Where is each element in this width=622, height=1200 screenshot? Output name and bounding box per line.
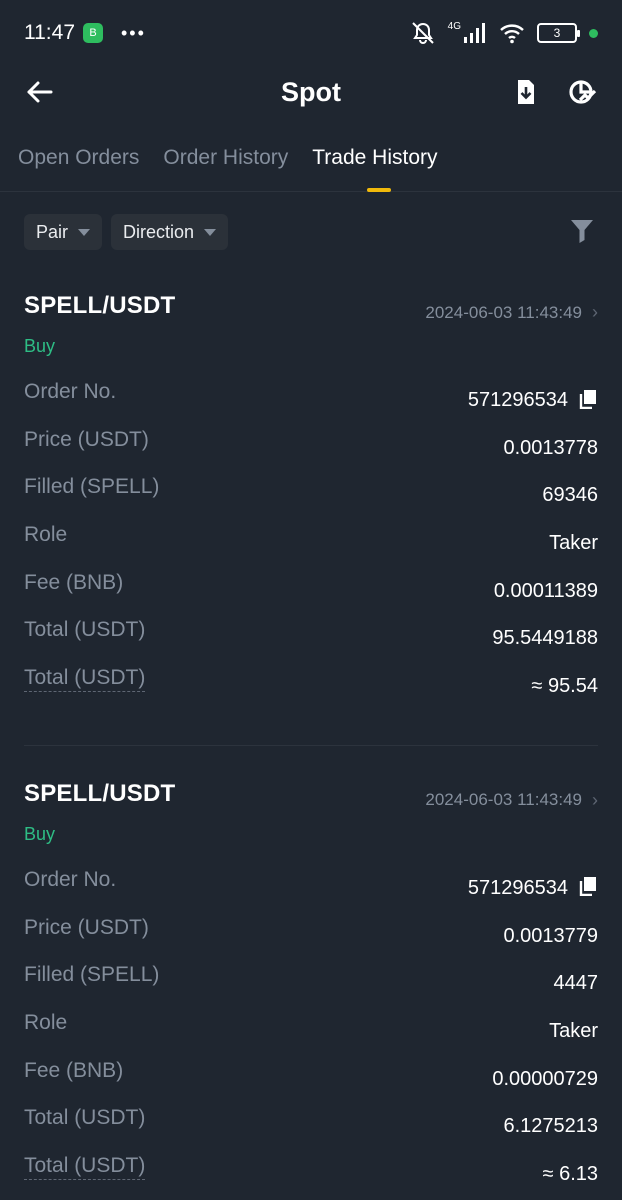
- status-bar: 11:47 B ••• 4G 3: [0, 0, 622, 66]
- trade-side: Buy: [24, 823, 56, 844]
- funnel-icon[interactable]: [570, 218, 594, 244]
- detail-label-tooltip[interactable]: Total (USDT): [24, 666, 146, 693]
- chevron-right-icon: ›: [592, 789, 598, 810]
- trade-datetime-text: 2024-06-03 11:43:49: [425, 790, 582, 810]
- detail-row-filled: Filled (SPELL) 69346: [24, 475, 598, 523]
- trade-header: SPELL/USDT 2024-06-03 11:43:49 ›: [24, 292, 598, 324]
- status-left: 11:47 B •••: [24, 21, 146, 45]
- detail-value: 4447: [553, 972, 599, 995]
- detail-row-total: Total (USDT) 6.1275213: [24, 1106, 598, 1154]
- detail-label: Total (USDT): [24, 1106, 146, 1130]
- tab-open-orders[interactable]: Open Orders: [18, 146, 139, 192]
- detail-label-tooltip[interactable]: Total (USDT): [24, 1154, 146, 1180]
- detail-row-total: Total (USDT) 95.5449188: [24, 618, 598, 666]
- trade-datetime-text: 2024-06-03 11:43:49: [425, 302, 582, 322]
- tab-bar: Open Orders Order History Trade History: [0, 118, 622, 192]
- mute-icon: [411, 22, 434, 44]
- app-notification-icon: B: [83, 23, 103, 43]
- tab-label: Order History: [163, 146, 289, 169]
- page-title: Spot: [281, 76, 341, 107]
- pair-filter-dropdown[interactable]: Pair: [24, 214, 103, 250]
- detail-row-fee: Fee (BNB) 0.00011389: [24, 571, 598, 619]
- clock: 11:47: [24, 21, 75, 44]
- detail-row-order-no: Order No. 571296534: [24, 380, 598, 428]
- detail-value: 0.00011389: [493, 579, 598, 602]
- trade-details: Order No. 571296534 Price (USDT) 0.00137…: [24, 380, 598, 714]
- detail-label: Order No.: [24, 380, 117, 403]
- detail-row-role: Role Taker: [24, 1011, 598, 1059]
- detail-value: ≈ 95.54: [531, 675, 598, 698]
- trade-card[interactable]: SPELL/USDT 2024-06-03 11:43:49 › Buy Ord…: [0, 746, 622, 1200]
- detail-value: 0.0013778: [503, 436, 598, 459]
- detail-value: 95.5449188: [492, 627, 598, 650]
- pnl-analysis-icon[interactable]: [566, 76, 598, 108]
- detail-value: 6.1275213: [503, 1115, 598, 1138]
- battery-icon: 3: [537, 23, 580, 43]
- trade-datetime: 2024-06-03 11:43:49 ›: [425, 790, 598, 811]
- filter-bar: Pair Direction: [0, 192, 622, 272]
- detail-value: ≈ 6.13: [542, 1162, 598, 1185]
- signal-icon: [464, 23, 485, 43]
- status-right: 4G 3: [410, 21, 598, 45]
- detail-row-role: Role Taker: [24, 523, 598, 571]
- direction-filter-label: Direction: [123, 221, 195, 242]
- caret-down-icon: [78, 228, 91, 236]
- pair-filter-label: Pair: [36, 221, 69, 242]
- privacy-indicator-icon: [589, 28, 598, 38]
- trade-pair: SPELL/USDT: [24, 779, 176, 807]
- detail-label: Role: [24, 523, 68, 547]
- detail-value: 0.0013779: [503, 924, 598, 947]
- app-bar: Spot: [0, 66, 622, 118]
- trade-header: SPELL/USDT 2024-06-03 11:43:49 ›: [24, 780, 598, 812]
- wifi-icon: [500, 24, 524, 44]
- more-notifications-icon: •••: [121, 22, 146, 43]
- trade-datetime: 2024-06-03 11:43:49 ›: [425, 302, 598, 323]
- order-number: 571296534: [467, 876, 568, 899]
- direction-filter-dropdown[interactable]: Direction: [111, 214, 229, 250]
- detail-row-price: Price (USDT) 0.0013779: [24, 916, 598, 964]
- detail-label: Price (USDT): [24, 427, 149, 451]
- order-number: 571296534: [467, 389, 568, 411]
- detail-label: Price (USDT): [24, 915, 149, 939]
- detail-row-order-no: Order No. 571296534: [24, 868, 598, 916]
- detail-value: 571296534: [468, 877, 598, 900]
- trade-pair: SPELL/USDT: [24, 292, 176, 319]
- detail-row-total-approx: Total (USDT) ≈ 6.13: [24, 1154, 598, 1200]
- detail-label: Role: [24, 1010, 68, 1034]
- trade-details: Order No. 571296534 Price (USDT) 0.00137…: [24, 868, 598, 1200]
- detail-value: 571296534: [468, 389, 598, 412]
- detail-label: Fee (BNB): [24, 1058, 124, 1082]
- detail-label: Filled (SPELL): [24, 963, 160, 987]
- copy-icon[interactable]: [578, 389, 598, 409]
- tab-trade-history[interactable]: Trade History: [312, 146, 438, 192]
- detail-row-total-approx: Total (USDT) ≈ 95.54: [24, 666, 598, 714]
- copy-icon[interactable]: [578, 876, 598, 897]
- detail-row-fee: Fee (BNB) 0.00000729: [24, 1059, 598, 1107]
- tab-order-history[interactable]: Order History: [163, 146, 288, 192]
- trade-side: Buy: [24, 336, 56, 356]
- arrow-left-icon[interactable]: [24, 76, 56, 108]
- trade-card[interactable]: SPELL/USDT 2024-06-03 11:43:49 › Buy Ord…: [0, 272, 622, 714]
- caret-down-icon: [204, 228, 217, 236]
- tab-label: Open Orders: [18, 146, 140, 169]
- detail-label: Filled (SPELL): [24, 475, 160, 499]
- detail-row-filled: Filled (SPELL) 4447: [24, 963, 598, 1011]
- detail-label: Total (USDT): [24, 618, 146, 642]
- detail-label: Order No.: [24, 867, 117, 891]
- detail-value: 69346: [542, 484, 598, 507]
- detail-value: Taker: [549, 1019, 598, 1042]
- tab-label: Trade History: [312, 146, 438, 169]
- chevron-right-icon: ›: [592, 302, 598, 322]
- network-type: 4G: [447, 20, 461, 32]
- detail-row-price: Price (USDT) 0.0013778: [24, 428, 598, 476]
- detail-value: 0.00000729: [492, 1067, 598, 1090]
- download-icon[interactable]: [510, 76, 542, 108]
- detail-value: Taker: [549, 532, 598, 555]
- detail-label: Fee (BNB): [24, 570, 124, 594]
